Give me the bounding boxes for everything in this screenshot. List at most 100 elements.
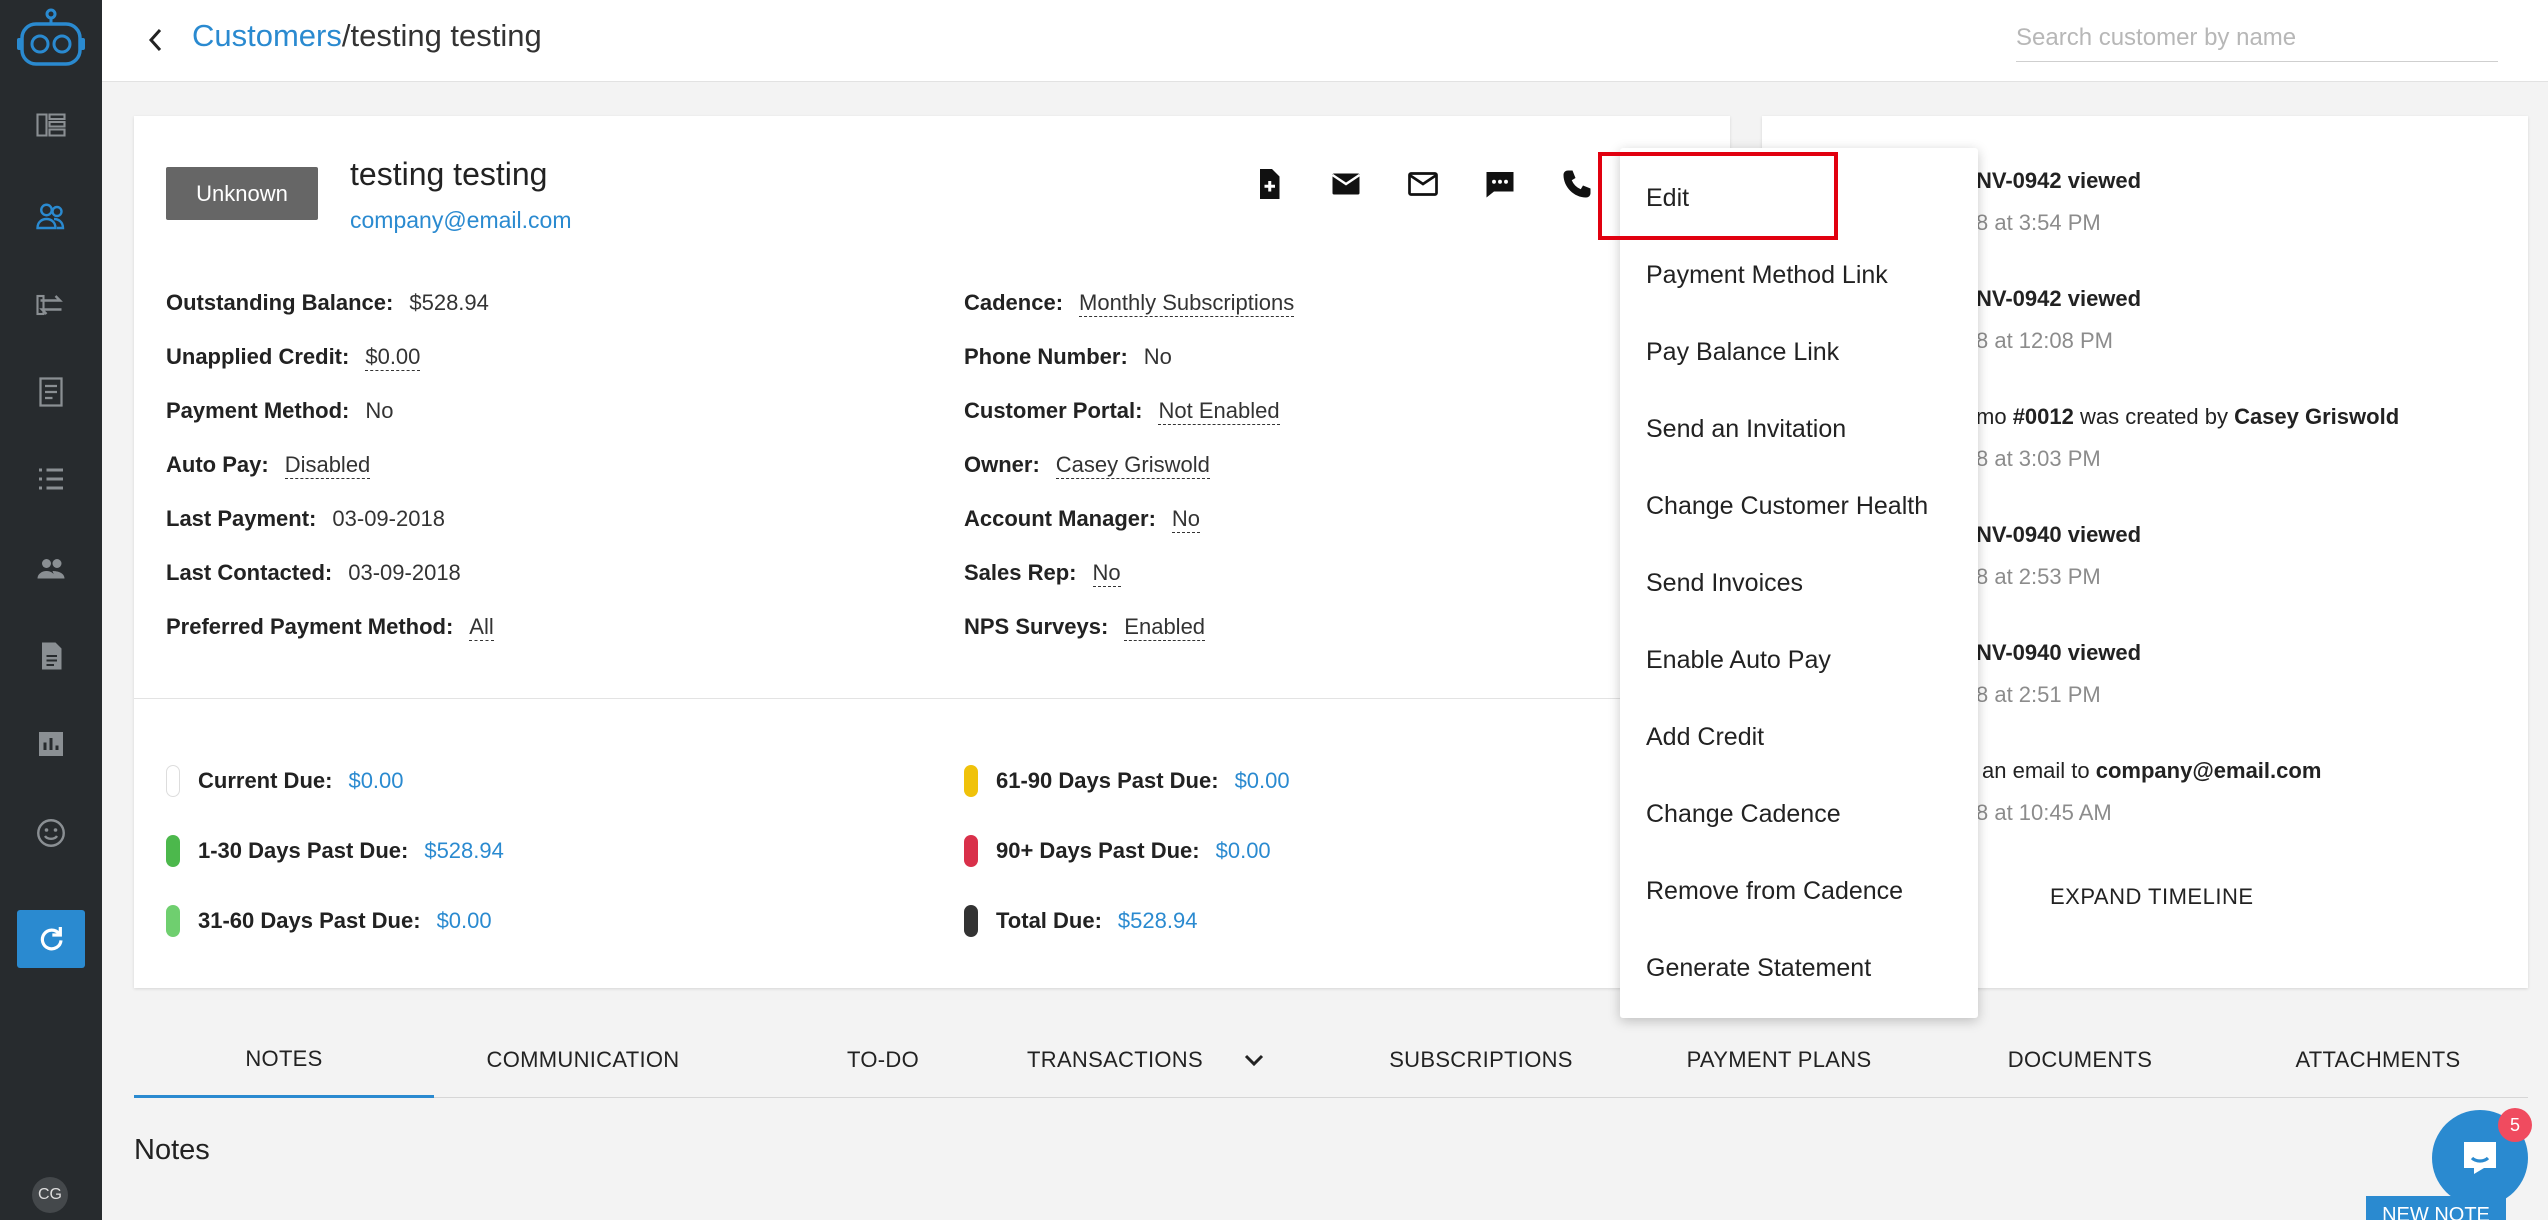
menu-item-generate-statement[interactable]: Generate Statement bbox=[1646, 954, 1871, 983]
tab-subscriptions[interactable]: SUBSCRIPTIONS bbox=[1331, 1022, 1631, 1098]
tab-notes[interactable]: NOTES bbox=[134, 1022, 434, 1098]
detail-row: Phone Number: No bbox=[964, 344, 1294, 398]
aging-row: Total Due: $528.94 bbox=[964, 886, 1290, 956]
menu-item-payment-method-link[interactable]: Payment Method Link bbox=[1646, 261, 1888, 290]
tab-label: TO-DO bbox=[847, 1047, 919, 1072]
detail-value[interactable]: No bbox=[1171, 506, 1201, 533]
timeline-text: mo #0012 was created by Casey Griswold bbox=[1976, 404, 2400, 429]
edit-highlight-box bbox=[1598, 152, 1838, 240]
breadcrumb: Customers/testing testing bbox=[192, 18, 542, 54]
menu-item-change-cadence[interactable]: Change Cadence bbox=[1646, 800, 1841, 829]
aging-amount[interactable]: $0.00 bbox=[437, 908, 492, 934]
breadcrumb-customers-link[interactable]: Customers bbox=[192, 18, 342, 53]
team-icon[interactable] bbox=[27, 544, 75, 592]
customer-email-link[interactable]: company@email.com bbox=[350, 207, 571, 234]
timeline-text: an email to company@email.com bbox=[1982, 758, 2322, 783]
detail-row: Preferred Payment Method: All bbox=[166, 614, 494, 668]
detail-value[interactable]: All bbox=[469, 614, 494, 641]
detail-value: $528.94 bbox=[409, 290, 489, 315]
menu-item-pay-balance-link[interactable]: Pay Balance Link bbox=[1646, 338, 1839, 367]
refresh-button[interactable] bbox=[17, 910, 85, 968]
detail-label: Payment Method: bbox=[166, 398, 350, 423]
tab-label: PAYMENT PLANS bbox=[1686, 1047, 1872, 1072]
user-avatar[interactable]: CG bbox=[32, 1177, 68, 1213]
phone-icon[interactable] bbox=[1558, 164, 1595, 204]
detail-value[interactable]: Casey Griswold bbox=[1055, 452, 1210, 479]
menu-item-send-invoices[interactable]: Send Invoices bbox=[1646, 569, 1803, 598]
tab-transactions[interactable]: TRANSACTIONS bbox=[981, 1022, 1311, 1098]
detail-label: Outstanding Balance: bbox=[166, 290, 394, 315]
timeline-text: NV-0942 viewed bbox=[1976, 286, 2142, 311]
detail-value[interactable]: Disabled bbox=[284, 452, 371, 479]
timeline-text: NV-0942 viewed bbox=[1976, 168, 2142, 193]
document-icon[interactable] bbox=[27, 632, 75, 680]
menu-item-send-an-invitation[interactable]: Send an Invitation bbox=[1646, 415, 1846, 444]
detail-row: Last Payment: 03-09-2018 bbox=[166, 506, 494, 560]
sms-icon[interactable] bbox=[1481, 164, 1518, 204]
detail-row: Cadence: Monthly Subscriptions bbox=[964, 290, 1295, 344]
menu-item-enable-auto-pay[interactable]: Enable Auto Pay bbox=[1646, 646, 1831, 675]
menu-item-change-customer-health[interactable]: Change Customer Health bbox=[1646, 492, 1928, 521]
detail-row: Customer Portal: Not Enabled bbox=[964, 398, 1294, 452]
detail-value[interactable]: Monthly Subscriptions bbox=[1079, 290, 1295, 317]
transfer-icon[interactable] bbox=[27, 281, 75, 329]
aging-label: 31-60 Days Past Due: bbox=[198, 908, 421, 933]
timeline-date: 8 at 3:03 PM bbox=[1976, 446, 2101, 471]
card-divider bbox=[134, 698, 1730, 699]
tab-documents[interactable]: DOCUMENTS bbox=[1930, 1022, 2230, 1098]
tab-communication[interactable]: COMMUNICATION bbox=[433, 1022, 733, 1098]
tab-attachments[interactable]: ATTACHMENTS bbox=[2228, 1022, 2528, 1098]
aging-label: Total Due: bbox=[996, 908, 1102, 933]
dashboard-icon[interactable] bbox=[27, 101, 75, 149]
aging-row: 31-60 Days Past Due: $0.00 bbox=[166, 886, 504, 956]
aging-amount[interactable]: $0.00 bbox=[348, 768, 403, 794]
reports-icon[interactable] bbox=[27, 720, 75, 768]
aging-label: 90+ Days Past Due: bbox=[996, 838, 1200, 863]
menu-item-add-credit[interactable]: Add Credit bbox=[1646, 723, 1764, 752]
invoice-icon[interactable] bbox=[27, 368, 75, 416]
add-document-icon[interactable] bbox=[1250, 164, 1287, 204]
back-chevron-icon[interactable] bbox=[140, 22, 172, 58]
detail-value[interactable]: $0.00 bbox=[365, 344, 421, 371]
customer-search-input[interactable]: Search customer by name bbox=[2016, 18, 2498, 62]
smiley-icon[interactable] bbox=[27, 809, 75, 857]
detail-label: Phone Number: bbox=[964, 344, 1128, 369]
aging-color-indicator bbox=[166, 905, 180, 937]
detail-label: Last Contacted: bbox=[166, 560, 333, 585]
aging-row: 61-90 Days Past Due: $0.00 bbox=[964, 746, 1290, 816]
detail-value[interactable]: Not Enabled bbox=[1158, 398, 1280, 425]
aging-row: Current Due: $0.00 bbox=[166, 746, 504, 816]
robot-logo-icon[interactable] bbox=[16, 8, 86, 70]
aging-row: 90+ Days Past Due: $0.00 bbox=[964, 816, 1290, 886]
detail-value[interactable]: Enabled bbox=[1124, 614, 1206, 641]
expand-timeline-button[interactable]: EXPAND TIMELINE bbox=[2050, 884, 2254, 910]
aging-amount[interactable]: $0.00 bbox=[1216, 838, 1271, 864]
email-filled-icon[interactable] bbox=[1327, 164, 1364, 204]
customer-status-badge[interactable]: Unknown bbox=[166, 167, 318, 220]
detail-label: Cadence: bbox=[964, 290, 1064, 315]
refresh-icon bbox=[40, 927, 63, 951]
aging-right-column: 61-90 Days Past Due: $0.00 90+ Days Past D… bbox=[964, 746, 1290, 956]
menu-item-remove-from-cadence[interactable]: Remove from Cadence bbox=[1646, 877, 1903, 906]
detail-row: Last Contacted: 03-09-2018 bbox=[166, 560, 494, 614]
detail-value: 03-09-2018 bbox=[332, 506, 445, 531]
detail-label: Auto Pay: bbox=[166, 452, 269, 477]
detail-row: Auto Pay: Disabled bbox=[166, 452, 494, 506]
tab-label: DOCUMENTS bbox=[2007, 1047, 2153, 1072]
aging-amount[interactable]: $528.94 bbox=[1118, 908, 1198, 934]
customers-icon[interactable] bbox=[27, 192, 75, 240]
email-outline-icon[interactable] bbox=[1404, 164, 1441, 204]
detail-value[interactable]: No bbox=[1092, 560, 1121, 587]
aging-amount[interactable]: $0.00 bbox=[1235, 768, 1290, 794]
aging-row: 1-30 Days Past Due: $528.94 bbox=[166, 816, 504, 886]
timeline-text: NV-0940 viewed bbox=[1976, 522, 2142, 547]
list-icon[interactable] bbox=[27, 455, 75, 503]
customer-tabs: NOTES COMMUNICATION TO-DO TRANSACTIONS SUBSC… bbox=[134, 1022, 2528, 1098]
detail-label: Account Manager: bbox=[964, 506, 1156, 531]
notes-section-title: Notes bbox=[134, 1134, 210, 1166]
aging-amount[interactable]: $528.94 bbox=[424, 838, 504, 864]
chevron-down-icon[interactable] bbox=[1243, 1047, 1265, 1073]
aging-left-column: Current Due: $0.00 1-30 Days Past Due: $528… bbox=[166, 746, 504, 956]
tab-payment-plans[interactable]: PAYMENT PLANS bbox=[1629, 1022, 1929, 1098]
tab-label: COMMUNICATION bbox=[486, 1047, 680, 1072]
